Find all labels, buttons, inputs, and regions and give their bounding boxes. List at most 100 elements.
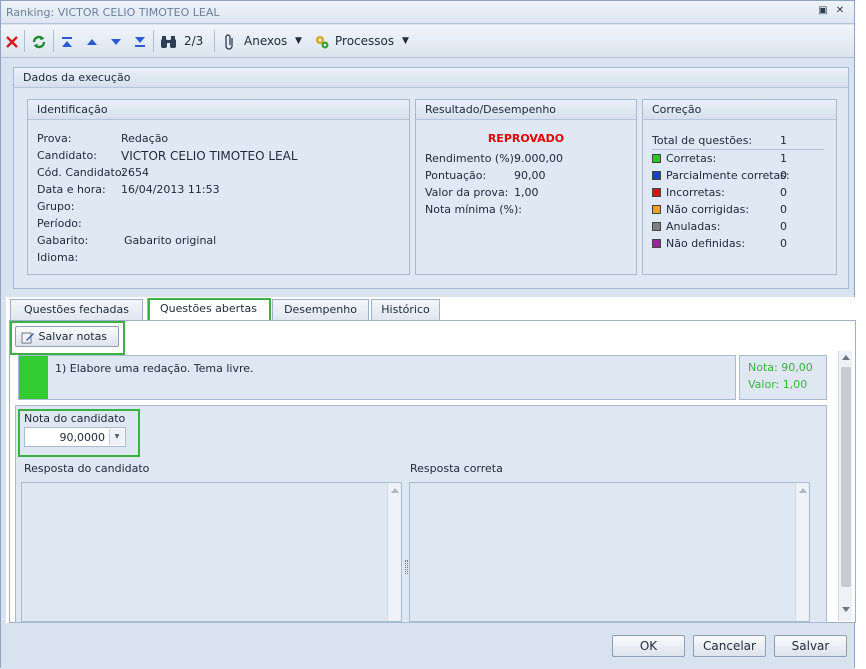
grade-highlight [18,409,140,457]
tab-performance[interactable]: Desempenho [272,299,369,321]
delete-icon[interactable] [5,31,19,51]
correct-answer-textarea[interactable] [409,482,810,622]
first-record-icon[interactable] [60,31,74,51]
question-score-box: Nota: 90,00 Valor: 1,00 [739,355,827,400]
not-corrected-value: 0 [780,203,787,216]
score-label: Pontuação: [425,169,487,182]
result-status: REPROVADO [487,132,565,145]
attachments-dropdown-icon[interactable]: ▼ [295,31,302,51]
previous-record-icon[interactable] [85,31,99,51]
period-label: Período: [37,217,82,230]
identification-group: Identificação Prova: Redação Candidato: … [27,99,410,275]
attachments-menu[interactable]: Anexos [244,31,287,51]
correct-scroll-up-icon[interactable] [798,488,807,493]
last-record-icon[interactable] [133,31,147,51]
not-corrected-label: Não corrigidas: [666,203,750,216]
scroll-down-icon[interactable] [841,607,850,612]
tab-performance-label: Desempenho [284,303,357,316]
next-record-icon[interactable] [109,31,123,51]
footer: OK Cancelar Salvar [1,625,854,669]
page-indicator: 2/3 [184,34,204,48]
exam-value: Redação [121,132,169,145]
close-window-icon[interactable]: ✕ [833,4,847,18]
correction-title: Correção [643,100,836,120]
candidate-value: VICTOR CELIO TIMOTEO LEAL [121,149,298,163]
undefined-value: 0 [780,237,787,250]
toolbar-separator [24,30,25,52]
exam-value-label: Valor da prova: [425,186,509,199]
group-label: Grupo: [37,200,75,213]
correct-answer-label: Resposta correta [410,462,503,475]
tab-history-label: Histórico [381,303,430,316]
incorrect-value: 0 [780,186,787,199]
splitter-grip[interactable] [405,560,408,574]
refresh-icon[interactable] [31,31,47,51]
correct-value: 1 [780,152,787,165]
tab-history[interactable]: Histórico [371,299,440,321]
toolbar: 2/3 Anexos ▼ Processos ▼ [1,25,854,58]
paperclip-icon [223,31,237,51]
result-group: Resultado/Desempenho REPROVADO Rendiment… [415,99,637,275]
question-score: Nota: 90,00 [748,361,813,374]
exam-value-value: 1,00 [514,186,539,199]
tab-closed-questions[interactable]: Questões fechadas [10,299,143,321]
partially-correct-label: Parcialmente corretas: [666,169,790,182]
cancel-label: Cancelar [703,639,756,653]
partially-correct-legend-icon [652,171,661,180]
language-label: Idioma: [37,251,79,264]
save-label: Salvar [791,639,830,653]
attachments-label: Anexos [244,34,288,48]
performance-value: 9.000,00 [514,152,563,165]
restore-icon[interactable]: ▣ [816,4,830,18]
annulled-value: 0 [780,220,787,233]
candidate-answer-scrollbar[interactable] [387,483,401,621]
processes-menu[interactable]: Processos [335,31,394,51]
score-value: 90,00 [514,169,546,182]
scrollbar-thumb[interactable] [841,367,851,587]
correct-label: Corretas: [666,152,717,165]
processes-icon [314,31,330,51]
performance-label: Rendimento (%): [425,152,518,165]
vertical-scrollbar[interactable] [838,351,852,621]
execution-data-title: Dados da execução [14,68,848,88]
toolbar-separator [53,30,54,52]
question-status-indicator [19,356,48,399]
candidate-code-value: 2654 [121,166,149,179]
not-corrected-legend-icon [652,205,661,214]
cancel-button[interactable]: Cancelar [693,635,766,657]
undefined-label: Não definidas: [666,237,746,250]
correct-answer-scrollbar[interactable] [795,483,809,621]
candidate-code-label: Cód. Candidato: [37,166,126,179]
execution-data-group: Dados da execução Identificação Prova: R… [13,67,849,289]
candidate-answer-label: Resposta do candidato [24,462,150,475]
question-text: 1) Elabore uma redação. Tema livre. [55,362,254,375]
save-button[interactable]: Salvar [774,635,847,657]
question-value: Valor: 1,00 [748,378,808,391]
annulled-label: Anuladas: [666,220,721,233]
undefined-legend-icon [652,239,661,248]
desktop-edge [857,0,866,668]
window-title: Ranking: VICTOR CELIO TIMOTEO LEAL [6,6,220,19]
minimum-grade-label: Nota mínima (%): [425,203,523,216]
processes-dropdown-icon[interactable]: ▼ [402,31,409,51]
binoculars-icon[interactable] [160,31,177,51]
datetime-label: Data e hora: [37,183,106,196]
title-bar: Ranking: VICTOR CELIO TIMOTEO LEAL ▣ ✕ [1,1,854,24]
save-grades-highlight [10,321,125,355]
candidate-scroll-up-icon[interactable] [390,488,399,493]
total-questions-value: 1 [780,134,787,147]
question-row[interactable]: 1) Elabore uma redação. Tema livre. [18,355,736,400]
correction-group: Correção Total de questões: 1 Corretas: … [642,99,837,275]
candidate-answer-textarea[interactable] [21,482,402,622]
ok-button[interactable]: OK [612,635,685,657]
total-questions-label: Total de questões: [652,134,753,147]
scroll-up-icon[interactable] [841,355,850,360]
partially-correct-value: 0 [780,169,787,182]
ok-label: OK [639,639,658,653]
answer-key-value: Gabarito original [124,234,217,247]
answer-panel: Nota do candidato 90,0000 ▼ Resposta do … [15,405,827,623]
result-title: Resultado/Desempenho [416,100,636,120]
incorrect-legend-icon [652,188,661,197]
processes-label: Processos [335,34,395,48]
ranking-window: Ranking: VICTOR CELIO TIMOTEO LEAL ▣ ✕ 2… [0,0,856,669]
